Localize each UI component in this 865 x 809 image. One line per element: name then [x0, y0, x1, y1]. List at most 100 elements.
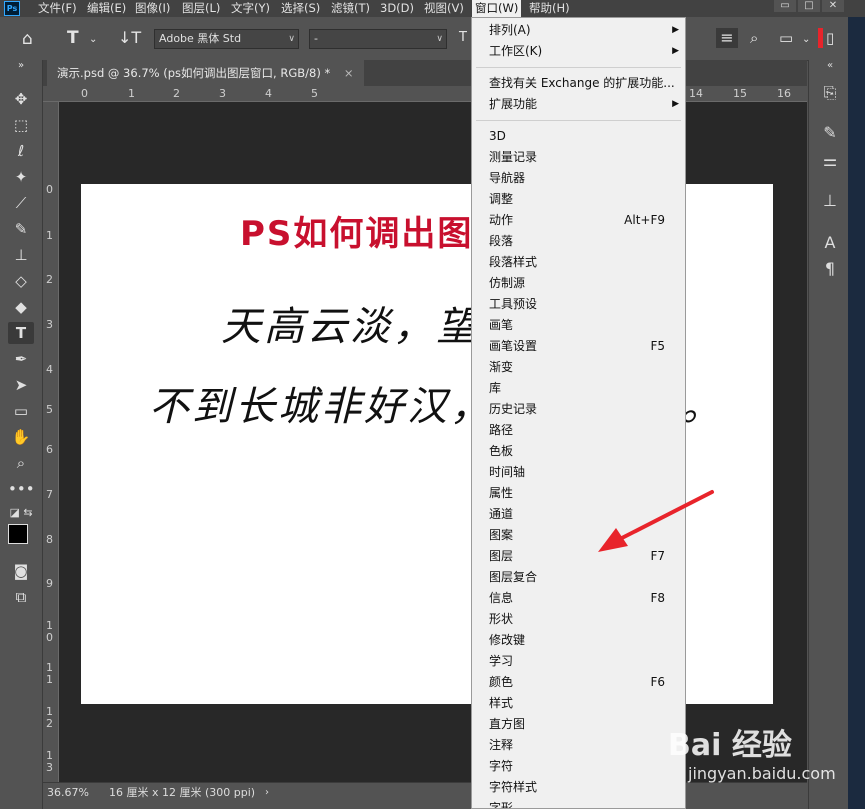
marquee-tool-icon[interactable]: ⬚	[8, 114, 34, 136]
menu-item-group3-24[interactable]: 修改键	[489, 630, 679, 651]
adjustments-panel-icon[interactable]: ⚌	[819, 150, 841, 172]
text-orientation-icon[interactable]: ↓T	[118, 28, 141, 48]
eyedropper-tool-icon[interactable]: ⟋	[8, 192, 34, 214]
menu-item-group3-22[interactable]: 信息 F8	[489, 588, 679, 609]
document-tab-label: 演示.psd @ 36.7% (ps如何调出图层窗口, RGB/8) *	[57, 66, 331, 80]
canvas-area[interactable]: PS如何调出图 天高云淡，望断 不到长城非好汉， 。	[59, 102, 807, 782]
menu-item-group3-25[interactable]: 学习	[489, 651, 679, 672]
magic-wand-tool-icon[interactable]: ✦	[8, 166, 34, 188]
menu-item-group3-9[interactable]: 画笔	[489, 315, 679, 336]
menu-item-group3-32[interactable]: 字形	[489, 798, 679, 808]
menu-item-group3-4[interactable]: 动作 Alt+F9	[489, 210, 679, 231]
eraser-tool-icon[interactable]: ◇	[8, 270, 34, 292]
menu-item-label: 动作	[489, 213, 514, 227]
menu-file[interactable]: 文件(F)	[38, 0, 77, 17]
menu-item-group3-26[interactable]: 颜色 F6	[489, 672, 679, 693]
brush-panel-icon[interactable]: ✎	[819, 122, 841, 144]
menu-window[interactable]: 窗口(W)	[472, 0, 522, 17]
path-select-tool-icon[interactable]: ➤	[8, 374, 34, 396]
type-tool-icon[interactable]: T	[8, 322, 34, 344]
menu-item-group3-12[interactable]: 库	[489, 378, 679, 399]
menu-select[interactable]: 选择(S)	[281, 0, 320, 17]
close-icon[interactable]: ✕	[822, 0, 844, 12]
menu-3d[interactable]: 3D(D)	[380, 0, 414, 17]
ruler-label: 5	[311, 87, 318, 100]
menu-image[interactable]: 图像(I)	[135, 0, 170, 17]
paragraph-panel-icon[interactable]: ¶	[819, 258, 841, 280]
panel-toggle-icon[interactable]: ▯	[826, 28, 834, 48]
menu-view[interactable]: 视图(V)	[424, 0, 464, 17]
collapse-icon[interactable]: »	[8, 60, 34, 72]
menu-item-group3-0[interactable]: 3D	[489, 126, 679, 147]
zoom-tool-icon[interactable]: ⌕	[8, 452, 34, 474]
menu-item-group3-16[interactable]: 时间轴	[489, 462, 679, 483]
menu-filter[interactable]: 滤镜(T)	[331, 0, 370, 17]
menu-item-group3-30[interactable]: 字符	[489, 756, 679, 777]
menu-item-group1-1[interactable]: 工作区(K) ▶	[489, 41, 679, 62]
red-arrow-annotation	[598, 490, 714, 552]
menu-item-group3-14[interactable]: 路径	[489, 420, 679, 441]
chevron-down-icon: ∨	[288, 34, 295, 44]
menu-item-group3-21[interactable]: 图层复合	[489, 567, 679, 588]
chevron-right-icon[interactable]: ›	[265, 783, 269, 802]
align-left-icon[interactable]: ≡	[716, 28, 738, 48]
home-icon[interactable]: ⌂	[22, 29, 33, 49]
menu-item-group1-0[interactable]: 排列(A) ▶	[489, 20, 679, 41]
close-tab-icon[interactable]: ×	[344, 66, 354, 80]
chevron-down-icon[interactable]: ⌄	[89, 30, 97, 50]
menu-item-group3-28[interactable]: 直方图	[489, 714, 679, 735]
menu-type[interactable]: 文字(Y)	[231, 0, 270, 17]
menu-item-group3-23[interactable]: 形状	[489, 609, 679, 630]
font-size-icon[interactable]: T	[459, 28, 467, 48]
menu-item-label: 路径	[489, 423, 514, 437]
menu-item-group3-10[interactable]: 画笔设置 F5	[489, 336, 679, 357]
menu-item-group3-13[interactable]: 历史记录	[489, 399, 679, 420]
rectangle-tool-icon[interactable]: ▭	[8, 400, 34, 422]
menu-item-group3-8[interactable]: 工具预设	[489, 294, 679, 315]
font-style-select[interactable]: - ∨	[309, 29, 447, 49]
workspace-icon[interactable]: ▭	[779, 28, 793, 48]
menu-item-group3-7[interactable]: 仿制源	[489, 273, 679, 294]
maximize-icon[interactable]: □	[798, 0, 820, 12]
menu-item-group3-3[interactable]: 调整	[489, 189, 679, 210]
menu-item-group2-0[interactable]: 查找有关 Exchange 的扩展功能...	[489, 73, 679, 94]
type-tool-icon[interactable]: T	[67, 28, 79, 48]
menu-item-group3-1[interactable]: 测量记录	[489, 147, 679, 168]
document-tab[interactable]: 演示.psd @ 36.7% (ps如何调出图层窗口, RGB/8) * ×	[47, 60, 364, 86]
menu-item-group3-27[interactable]: 样式	[489, 693, 679, 714]
collapse-icon[interactable]: «	[819, 60, 841, 72]
menu-item-group3-29[interactable]: 注释	[489, 735, 679, 756]
menu-item-group3-5[interactable]: 段落	[489, 231, 679, 252]
menu-item-group3-11[interactable]: 渐变	[489, 357, 679, 378]
menu-edit[interactable]: 编辑(E)	[87, 0, 126, 17]
menu-item-group3-6[interactable]: 段落样式	[489, 252, 679, 273]
paint-bucket-tool-icon[interactable]: ◆	[8, 296, 34, 318]
stamp-tool-icon[interactable]: ⊥	[8, 244, 34, 266]
zoom-level[interactable]: 36.67%	[47, 783, 89, 802]
clone-source-panel-icon[interactable]: ⊥	[819, 190, 841, 212]
ruler-label: 8	[46, 533, 53, 546]
history-panel-icon[interactable]: ⎘	[819, 82, 841, 104]
chevron-down-icon[interactable]: ⌄	[802, 30, 810, 50]
character-panel-icon[interactable]: A	[819, 232, 841, 254]
lasso-tool-icon[interactable]: ℓ	[8, 140, 34, 162]
swap-colors-icon[interactable]: ◪ ⇆	[8, 502, 34, 524]
menu-item-label: 通道	[489, 507, 514, 521]
hand-tool-icon[interactable]: ✋	[8, 426, 34, 448]
foreground-color[interactable]	[8, 524, 28, 544]
brush-tool-icon[interactable]: ✎	[8, 218, 34, 240]
search-icon[interactable]: ⌕	[750, 28, 758, 48]
menu-item-group3-2[interactable]: 导航器	[489, 168, 679, 189]
restore-icon[interactable]: ▭	[774, 0, 796, 12]
menu-item-group3-31[interactable]: 字符样式	[489, 777, 679, 798]
move-tool-icon[interactable]: ✥	[8, 88, 34, 110]
menu-item-group3-15[interactable]: 色板	[489, 441, 679, 462]
quick-mask-icon[interactable]: ◙	[8, 560, 34, 582]
menu-help[interactable]: 帮助(H)	[529, 0, 570, 17]
menu-item-group2-1[interactable]: 扩展功能 ▶	[489, 94, 679, 115]
pen-tool-icon[interactable]: ✒	[8, 348, 34, 370]
font-family-select[interactable]: Adobe 黑体 Std ∨	[154, 29, 299, 49]
more-tools-icon[interactable]: •••	[8, 478, 35, 500]
menu-layer[interactable]: 图层(L)	[182, 0, 220, 17]
screen-mode-icon[interactable]: ⧉	[8, 586, 34, 608]
